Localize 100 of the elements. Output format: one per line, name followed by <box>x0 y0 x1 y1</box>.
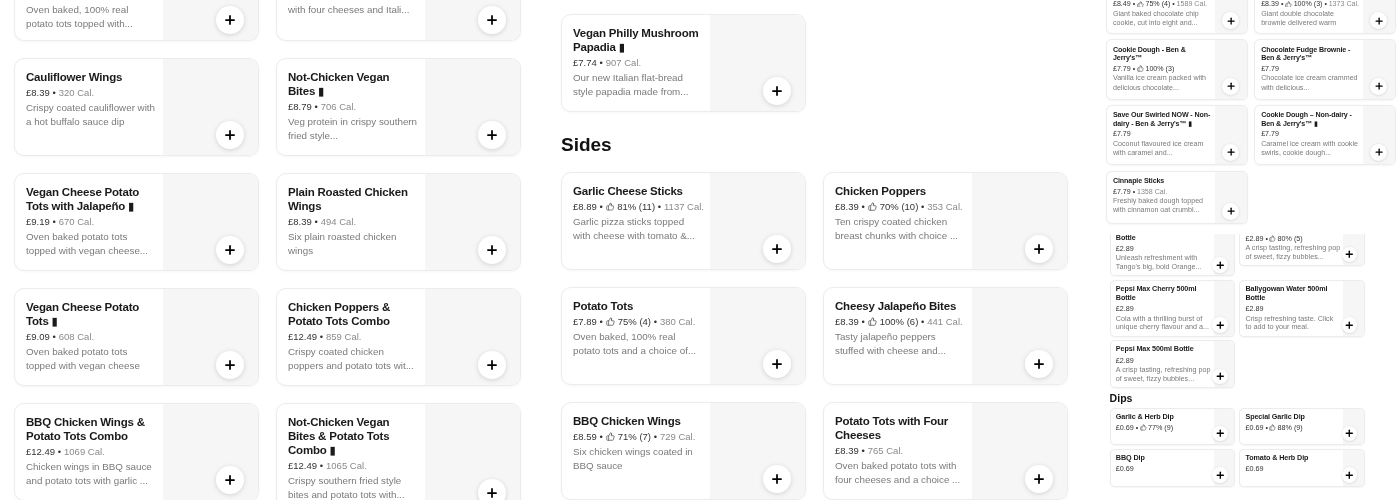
item-title: Chicken Poppers & Potato Tots Combo <box>288 300 392 329</box>
plus-icon <box>1214 371 1226 382</box>
menu-item-card[interactable]: Garlic Cheese Sticks £8.89 • 81% (11) • 1137 Cal. Garlic pizza sticks topped with cheese with tomato &... <box>561 172 806 270</box>
plus-icon <box>485 13 499 27</box>
plus-icon <box>485 486 499 500</box>
menu-item-card[interactable]: BBQ Chicken Wings £8.59 • 71% (7) • 729 Cal. Six chicken wings coated in BBQ sauce <box>561 402 806 500</box>
item-description: Oven baked potato tots topped with vegan cheese <box>26 345 141 373</box>
menu-item-card[interactable]: Vegan Cheese Potato Tots ▮ £9.09 • 608 Cal. Oven baked potato tots topped with vegan cheese <box>14 288 259 386</box>
menu-item-card[interactable]: Plain Roasted Chicken Wings £8.39 • 494 Cal. Six plain roasted chicken wings <box>276 173 521 271</box>
calories: 1065 Cal. <box>326 460 367 472</box>
thumbs-up-icon <box>867 317 877 326</box>
section-heading: Sides <box>561 134 613 156</box>
add-button[interactable] <box>1212 467 1228 483</box>
menu-item-card[interactable]: Not-Chicken Vegan Bites & Potato Tots Combo ▮ £12.49 • 1065 Cal. Crispy southern fried style bites and potato tots with... <box>276 403 521 500</box>
price: £9.09 • <box>26 331 56 343</box>
price: £7.74 • <box>573 57 603 69</box>
rating: 71% (7) • <box>617 431 657 442</box>
rating: 100% (6) • <box>879 316 925 327</box>
item-description: Six chicken wings coated in BBQ sauce <box>573 445 694 473</box>
item-title: BBQ Chicken Wings & Potato Tots Combo <box>26 415 146 444</box>
calories: 1137 Cal. <box>664 201 704 212</box>
menu-item-card[interactable]: Potato Tots with Four Cheeses £8.39 • 765 Cal. Oven baked potato tots with four cheeses and a choice ... <box>823 402 1068 500</box>
menu-item-card[interactable]: Oven baked, 100% real potato tots topped with... <box>14 0 259 41</box>
menu-item-card[interactable]: with four cheeses and Itali... <box>276 0 521 41</box>
item-title: Vegan Cheese Potato Tots with Jalapeño ▮ <box>26 185 141 214</box>
calories: 494 Cal. <box>320 216 357 228</box>
plus-icon <box>1032 242 1046 256</box>
add-button[interactable] <box>1212 317 1228 333</box>
plus-icon <box>223 358 237 372</box>
plus-icon <box>1032 472 1046 486</box>
add-button[interactable] <box>1212 426 1228 442</box>
plus-icon <box>1214 469 1226 481</box>
plus-icon <box>770 84 784 98</box>
plus-icon <box>1344 428 1355 439</box>
price: £8.79 • <box>288 101 318 113</box>
item-description: Ten crispy coated chicken breast chunks with choice ... <box>835 215 960 243</box>
calories: 706 Cal. <box>320 101 357 113</box>
item-description: Garlic pizza sticks topped with cheese with tomato &... <box>573 215 696 243</box>
plus-icon <box>1214 259 1226 271</box>
item-description: Chicken wings in BBQ sauce and potato tots with garlic ... <box>26 460 153 488</box>
item-title: Chicken Poppers <box>835 184 927 198</box>
price: £12.49 • <box>288 460 324 472</box>
item-image-placeholder <box>1363 40 1396 99</box>
menu-item-card[interactable]: Cauliflower Wings £8.39 • 320 Cal. Crispy coated cauliflower with a hot buffalo sauce dip <box>14 58 259 156</box>
add-button[interactable] <box>1212 257 1228 273</box>
menu-item-card[interactable]: Vegan Philly Mushroom Papadia ▮ £7.74 • 907 Cal. Our new Italian flat-bread style papadia made from... <box>561 14 806 112</box>
calories: 320 Cal. <box>58 87 95 98</box>
item-description: Six plain roasted chicken wings <box>288 230 398 258</box>
price: £8.39 • <box>288 216 318 228</box>
item-title: Vegan Cheese Potato Tots ▮ <box>26 300 141 329</box>
menu-item-card[interactable]: Not-Chicken Vegan Bites ▮ £8.79 • 706 Cal. Veg protein in crispy southern fried style... <box>276 58 521 156</box>
plus-icon <box>485 243 499 257</box>
menu-item-card[interactable]: Potato Tots £7.89 • 75% (4) • 380 Cal. Oven baked, 100% real potato tots and a choice of... <box>561 287 806 385</box>
item-image-placeholder <box>1215 106 1248 165</box>
menu-item-card[interactable]: Vegan Cheese Potato Tots with Jalapeño ▮ £9.19 • 670 Cal. Oven baked potato tots topped with vegan cheese... <box>14 173 259 271</box>
plus-icon <box>485 358 499 372</box>
item-title: Potato Tots with Four Cheeses <box>835 414 950 443</box>
price: £8.39 • <box>26 87 56 98</box>
item-description: Oven baked potato tots with four cheeses and a choice ... <box>835 459 962 487</box>
price: £8.59 • <box>573 431 603 442</box>
item-description: Our new Italian flat-bread style papadia made from... <box>573 71 690 99</box>
calories: 670 Cal. <box>58 216 95 228</box>
thumbs-up-icon <box>605 432 615 441</box>
item-description: Crispy coated cauliflower with a hot buffalo sauce dip <box>26 101 157 129</box>
price: £7.89 • <box>573 316 603 327</box>
rating: 81% (11) • <box>617 201 662 212</box>
calories: 608 Cal. <box>58 331 95 343</box>
item-title: Not-Chicken Vegan Bites ▮ <box>288 70 391 99</box>
price: £8.89 • <box>573 201 603 212</box>
menu-item-card[interactable]: Cheesy Jalapeño Bites £8.39 • 100% (6) • 441 Cal. Tasty jalapeño peppers stuffed with cheese and... <box>823 287 1068 385</box>
item-title: Vegan Philly Mushroom Papadia ▮ <box>573 26 700 55</box>
plus-icon <box>770 242 784 256</box>
calories: 380 Cal. <box>660 316 696 327</box>
add-button[interactable] <box>1341 467 1358 483</box>
calories: 441 Cal. <box>927 316 963 327</box>
plus-icon <box>1344 469 1355 481</box>
price: £8.39 • <box>835 316 865 327</box>
item-title: Garlic Cheese Sticks <box>573 184 684 198</box>
item-image-placeholder <box>1215 172 1248 224</box>
rating: 70% (10) • <box>879 201 925 212</box>
item-title: Not-Chicken Vegan Bites & Potato Tots Combo ▮ <box>288 415 391 458</box>
menu-item-card[interactable]: BBQ Chicken Wings & Potato Tots Combo £12.49 • 1069 Cal. Chicken wings in BBQ sauce and potato tots with garlic ... <box>14 403 259 500</box>
plus-icon <box>223 13 237 27</box>
item-title: Potato Tots <box>573 299 635 313</box>
menu-item-card[interactable]: Chicken Poppers & Potato Tots Combo £12.49 • 859 Cal. Crispy coated chicken poppers and potato tots wit... <box>276 288 521 386</box>
plus-icon <box>223 243 237 257</box>
plus-icon <box>485 128 499 142</box>
calories: 353 Cal. <box>927 201 963 212</box>
price: £12.49 • <box>26 446 62 458</box>
thumbs-up-icon <box>867 202 877 211</box>
plus-icon <box>1214 428 1226 439</box>
section-heading: Dips <box>1109 391 1134 404</box>
add-button[interactable] <box>1341 317 1358 333</box>
item-description: Tasty jalapeño peppers stuffed with cheese and... <box>835 330 947 358</box>
price: £8.39 • <box>835 201 865 212</box>
thumbs-up-icon <box>605 317 615 326</box>
item-title: BBQ Chicken Wings <box>573 414 682 428</box>
item-title: Cauliflower Wings <box>26 70 124 84</box>
plus-icon <box>223 128 237 142</box>
menu-item-card[interactable]: Chicken Poppers £8.39 • 70% (10) • 353 Cal. Ten crispy coated chicken breast chunks with choice ... <box>823 172 1068 270</box>
